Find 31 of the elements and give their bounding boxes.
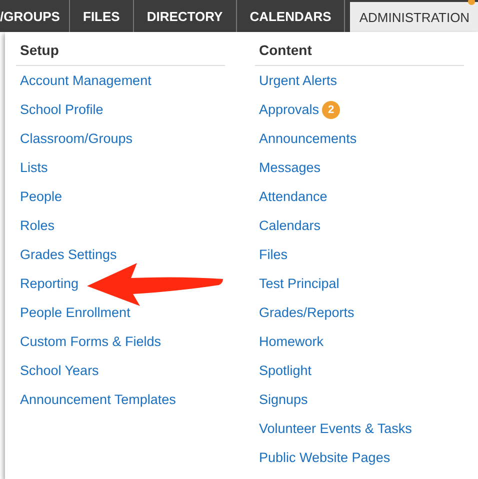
menu-link[interactable]: Grades Settings bbox=[20, 247, 117, 262]
menu-link[interactable]: Public Website Pages bbox=[259, 450, 390, 465]
menu-link[interactable]: Approvals bbox=[259, 102, 320, 117]
menu-link[interactable]: Signups bbox=[259, 392, 308, 407]
menu-link[interactable]: Account Management bbox=[20, 73, 152, 88]
menu-link[interactable]: Classroom/Groups bbox=[20, 131, 133, 146]
menu-link[interactable]: Lists bbox=[20, 160, 48, 175]
column-heading: Setup bbox=[16, 32, 225, 66]
column-heading: Content bbox=[255, 32, 464, 66]
menu-link[interactable]: Test Principal bbox=[259, 276, 340, 291]
menu-link[interactable]: Grades/Reports bbox=[259, 305, 354, 320]
nav-tab[interactable]: ADMINISTRATION bbox=[350, 2, 478, 32]
count-badge: 2 bbox=[322, 100, 340, 118]
menu-link[interactable]: Reporting bbox=[20, 276, 79, 291]
menu-link[interactable]: Announcements bbox=[259, 131, 357, 146]
menu-link[interactable]: People bbox=[20, 189, 62, 204]
menu-link[interactable]: Homework bbox=[259, 334, 324, 349]
menu-link[interactable]: School Years bbox=[20, 363, 99, 378]
menu-link[interactable]: Files bbox=[259, 247, 288, 262]
notification-dot-icon bbox=[468, 0, 475, 5]
menu-link[interactable]: Volunteer Events & Tasks bbox=[259, 421, 412, 436]
menu-link[interactable]: Urgent Alerts bbox=[259, 73, 338, 88]
menu-link[interactable]: Announcement Templates bbox=[20, 392, 176, 407]
menu-link[interactable]: Spotlight bbox=[259, 363, 312, 378]
menu-link[interactable]: Messages bbox=[259, 160, 321, 175]
menu-link[interactable]: Roles bbox=[20, 218, 55, 233]
menu-link[interactable]: School Profile bbox=[20, 102, 104, 117]
menu-link[interactable]: Attendance bbox=[259, 189, 328, 204]
menu-link[interactable]: Calendars bbox=[259, 218, 321, 233]
menu-link[interactable]: Custom Forms & Fields bbox=[20, 334, 162, 349]
menu-link[interactable]: People Enrollment bbox=[20, 305, 130, 320]
